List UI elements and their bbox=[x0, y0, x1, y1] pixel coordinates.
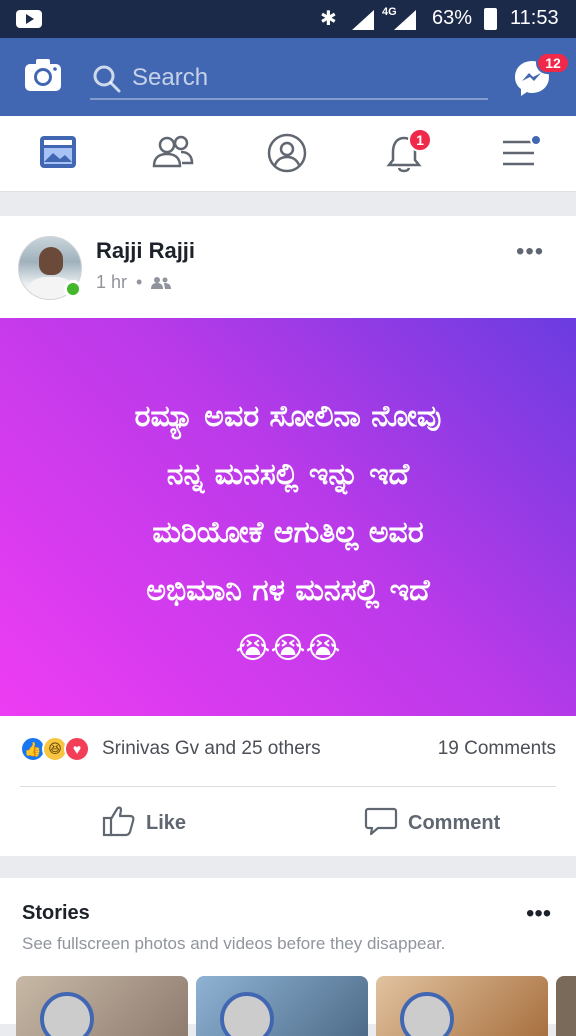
post-options-button[interactable]: ••• bbox=[516, 238, 544, 266]
comments-count[interactable]: 19 Comments bbox=[438, 738, 556, 760]
reactions-summary[interactable]: Srinivas Gv and 25 others bbox=[102, 738, 321, 760]
search-placeholder: Search bbox=[132, 64, 209, 91]
tab-profile[interactable] bbox=[266, 132, 310, 176]
story-avatar bbox=[220, 992, 274, 1036]
profile-icon bbox=[267, 133, 307, 173]
tab-friends[interactable] bbox=[152, 132, 196, 176]
story-card[interactable] bbox=[16, 976, 188, 1036]
search-input[interactable]: Search bbox=[90, 58, 488, 100]
friends-audience-icon bbox=[151, 277, 172, 290]
feed-post: Rajji Rajji 1 hr • ••• ರಮ್ಯಾ ಅವರ ಸೋಲಿನಾ … bbox=[0, 216, 576, 856]
stories-subtitle: See fullscreen photos and videos before … bbox=[22, 934, 446, 953]
post-text-line: ನನ್ನ ಮನಸಲ್ಲಿ ಇನ್ನು ಇದೆ bbox=[166, 457, 410, 492]
nav-bar: 1 bbox=[0, 116, 576, 192]
stories-options-button[interactable]: ••• bbox=[526, 900, 551, 928]
battery-percent: 63% bbox=[432, 7, 473, 29]
status-bar: ✱ 4G 63% 11:53 bbox=[0, 0, 576, 38]
comment-icon bbox=[364, 807, 398, 836]
love-reaction-icon: ♥ bbox=[64, 736, 90, 762]
divider bbox=[20, 786, 556, 787]
post-author[interactable]: Rajji Rajji bbox=[96, 238, 195, 264]
post-text-line: ರಮ್ಯಾ ಅವರ ಸೋಲಿನಾ ನೋವು bbox=[134, 399, 442, 434]
online-indicator bbox=[64, 280, 82, 298]
top-bar: Search 12 bbox=[0, 38, 576, 116]
messenger-badge: 12 bbox=[536, 52, 570, 74]
friends-icon bbox=[152, 135, 194, 168]
post-text-line: ಮರಿಯೋಕೆ ಆಗುತಿಲ್ಲ ಅವರ bbox=[152, 515, 424, 550]
comment-label: Comment bbox=[408, 812, 501, 834]
post-meta: 1 hr • bbox=[96, 272, 172, 293]
story-avatar bbox=[40, 992, 94, 1036]
stories-title: Stories bbox=[22, 902, 90, 924]
youtube-notification-icon bbox=[16, 10, 42, 28]
cell-signal-icon bbox=[394, 10, 416, 30]
story-card[interactable] bbox=[556, 976, 576, 1036]
battery-icon bbox=[484, 8, 497, 30]
tab-news-feed[interactable] bbox=[38, 132, 82, 176]
story-card[interactable] bbox=[376, 976, 548, 1036]
clock: 11:53 bbox=[510, 7, 559, 29]
post-text-line: ಅಭಿಮಾನಿ ಗಳ ಮನಸಲ್ಲಿ ಇದೆ bbox=[146, 573, 430, 608]
post-text-emoji: 😭😭😭 bbox=[235, 631, 341, 666]
menu-new-dot bbox=[530, 134, 542, 146]
wifi-signal-icon bbox=[352, 10, 374, 30]
stories-section: Stories ••• See fullscreen photos and vi… bbox=[0, 878, 576, 1036]
like-label: Like bbox=[146, 812, 187, 834]
bluetooth-icon: ✱ bbox=[320, 8, 337, 30]
story-avatar bbox=[400, 992, 454, 1036]
post-text: ರಮ್ಯಾ ಅವರ ಸೋಲಿನಾ ನೋವು ನನ್ನ ಮನಸಲ್ಲಿ ಇನ್ನು… bbox=[20, 388, 556, 678]
meta-separator: • bbox=[136, 272, 143, 292]
post-time[interactable]: 1 hr bbox=[96, 272, 127, 292]
post-text-banner: ರಮ್ಯಾ ಅವರ ಸೋಲಿನಾ ನೋವು ನನ್ನ ಮನಸಲ್ಲಿ ಇನ್ನು… bbox=[0, 318, 576, 716]
notifications-badge: 1 bbox=[408, 128, 432, 152]
thumbs-up-icon bbox=[102, 806, 135, 837]
news-feed-icon bbox=[40, 136, 76, 168]
camera-icon[interactable] bbox=[24, 58, 62, 92]
story-card[interactable] bbox=[196, 976, 368, 1036]
search-icon bbox=[93, 65, 121, 93]
